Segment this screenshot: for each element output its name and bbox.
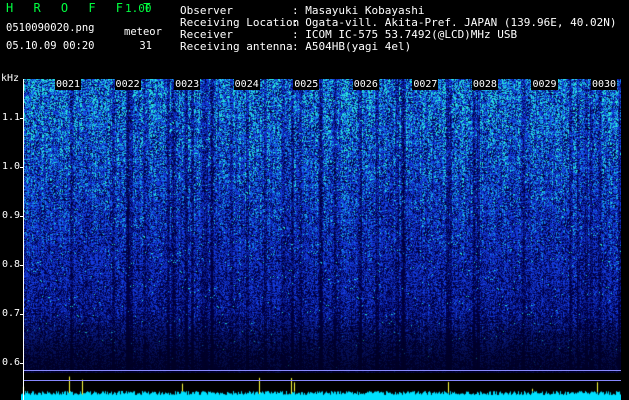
y-tick-label: 0.9 <box>1 210 20 222</box>
x-tick-label: 0027 <box>412 79 439 90</box>
y-axis-unit: kHz <box>1 73 20 84</box>
y-tick-mark <box>20 265 24 267</box>
spectrogram-panel <box>24 79 621 373</box>
baseline-line-upper <box>24 370 621 371</box>
signal-histogram <box>21 373 621 400</box>
image-filename: 0510090020.png <box>6 22 95 34</box>
y-tick-mark <box>20 363 24 365</box>
capture-datetime: 05.10.09 00:20 <box>6 40 95 52</box>
y-tick-mark <box>20 167 24 169</box>
x-tick-label: 0028 <box>471 79 498 90</box>
y-tick-mark <box>20 216 24 218</box>
baseline-line-lower <box>24 380 621 381</box>
y-tick-mark <box>20 314 24 316</box>
x-tick-label: 0026 <box>352 79 379 90</box>
x-tick-label: 0024 <box>233 79 260 90</box>
x-tick-label: 0030 <box>591 79 618 90</box>
x-tick-label: 0029 <box>531 79 558 90</box>
antenna-value: : A504HB(yagi 4el) <box>292 40 412 53</box>
antenna-label: Receiving antenna <box>180 40 293 53</box>
y-tick-label: 0.6 <box>1 357 20 369</box>
y-axis-line <box>23 79 24 400</box>
y-tick-label: 0.8 <box>1 259 20 271</box>
y-tick-label: 1.0 <box>1 161 20 173</box>
x-tick-label: 0025 <box>293 79 320 90</box>
app-version: 1.00 <box>125 2 152 15</box>
spectrogram <box>24 79 621 373</box>
y-tick-label: 0.7 <box>1 308 20 320</box>
x-tick-label: 0023 <box>174 79 201 90</box>
meteor-count: 31 <box>139 40 152 52</box>
meteor-label: meteor <box>124 26 162 38</box>
y-tick-label: 1.1 <box>1 112 20 124</box>
y-tick-mark <box>20 118 24 120</box>
x-tick-label: 0022 <box>114 79 141 90</box>
x-tick-label: 0021 <box>55 79 82 90</box>
